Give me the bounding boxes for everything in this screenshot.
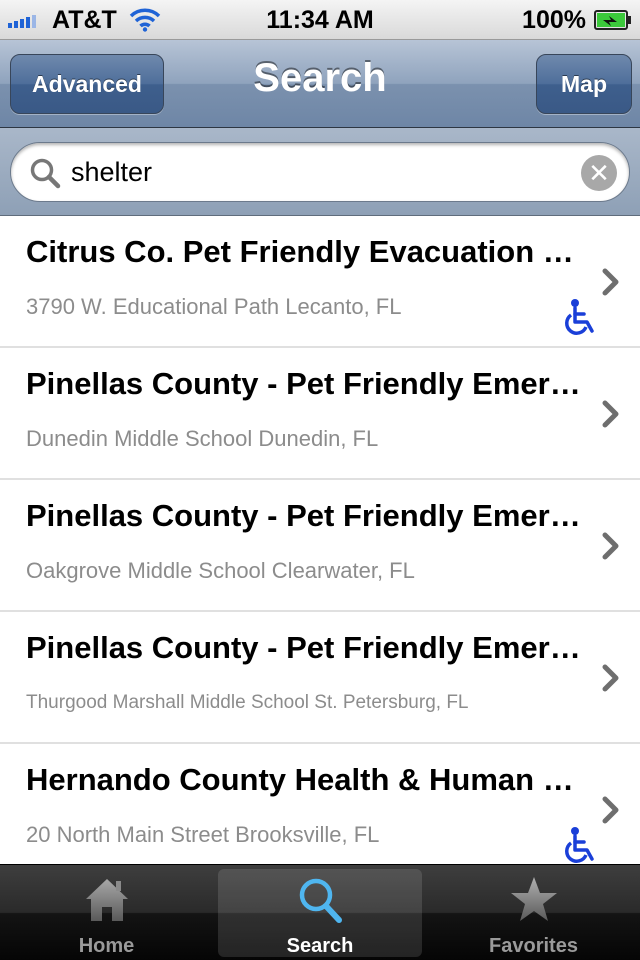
search-input[interactable]: shelter ✕ <box>10 142 630 202</box>
magnifier-icon <box>299 878 342 923</box>
wheelchair-accessible-icon <box>565 827 594 863</box>
search-icon <box>30 158 61 189</box>
list-item[interactable]: Pinellas County - Pet Friendly Emergency… <box>0 480 640 612</box>
list-item[interactable]: Pinellas County - Pet Friendly Emergency… <box>0 612 640 744</box>
result-address: 20 North Main Street Brooksville, FL <box>26 822 380 847</box>
result-address: Thurgood Marshall Middle School St. Pete… <box>26 692 469 713</box>
close-icon: ✕ <box>588 158 610 188</box>
chevron-right-icon <box>602 796 619 824</box>
result-address: Dunedin Middle School Dunedin, FL <box>26 426 379 451</box>
tab-search[interactable]: Search <box>218 869 422 957</box>
chevron-right-icon <box>602 268 619 296</box>
result-address: Oakgrove Middle School Clearwater, FL <box>26 558 415 583</box>
result-title: Citrus Co. Pet Friendly Evacuation Shelt… <box>26 234 588 269</box>
result-title: Pinellas County - Pet Friendly Emergency… <box>26 498 588 533</box>
result-title: Hernando County Health & Human Services <box>26 762 588 797</box>
chevron-right-icon <box>602 532 619 560</box>
results-list: Citrus Co. Pet Friendly Evacuation Shelt… <box>0 216 640 864</box>
tab-label: Search <box>286 935 354 957</box>
tab-bar: Home Search Favorites <box>0 864 640 960</box>
battery-charging-icon <box>594 10 631 30</box>
tab-home[interactable]: Home <box>0 865 213 960</box>
search-bar: shelter ✕ <box>0 128 640 216</box>
list-item[interactable]: Pinellas County - Pet Friendly Emergency… <box>0 348 640 480</box>
house-icon <box>85 879 128 921</box>
wheelchair-accessible-icon <box>565 299 594 335</box>
battery-percentage: 100% <box>522 6 586 34</box>
list-item[interactable]: Hernando County Health & Human Services … <box>0 744 640 864</box>
result-title: Pinellas County - Pet Friendly Emergency… <box>26 366 588 401</box>
chevron-right-icon <box>602 400 619 428</box>
navigation-bar: Advanced Search Map <box>0 40 640 128</box>
tab-label: Home <box>78 935 135 957</box>
search-query-text: shelter <box>71 157 153 187</box>
tab-favorites[interactable]: Favorites <box>427 865 640 960</box>
map-button[interactable]: Map <box>536 54 632 114</box>
chevron-right-icon <box>602 664 619 692</box>
clear-search-button[interactable]: ✕ <box>581 155 617 191</box>
result-title: Pinellas County - Pet Friendly Emergency… <box>26 630 588 665</box>
list-item[interactable]: Citrus Co. Pet Friendly Evacuation Shelt… <box>0 216 640 348</box>
star-icon <box>510 877 557 921</box>
status-bar: AT&T 11:34 AM 100% <box>0 0 640 40</box>
result-address: 3790 W. Educational Path Lecanto, FL <box>26 294 402 319</box>
tab-label: Favorites <box>489 935 578 957</box>
